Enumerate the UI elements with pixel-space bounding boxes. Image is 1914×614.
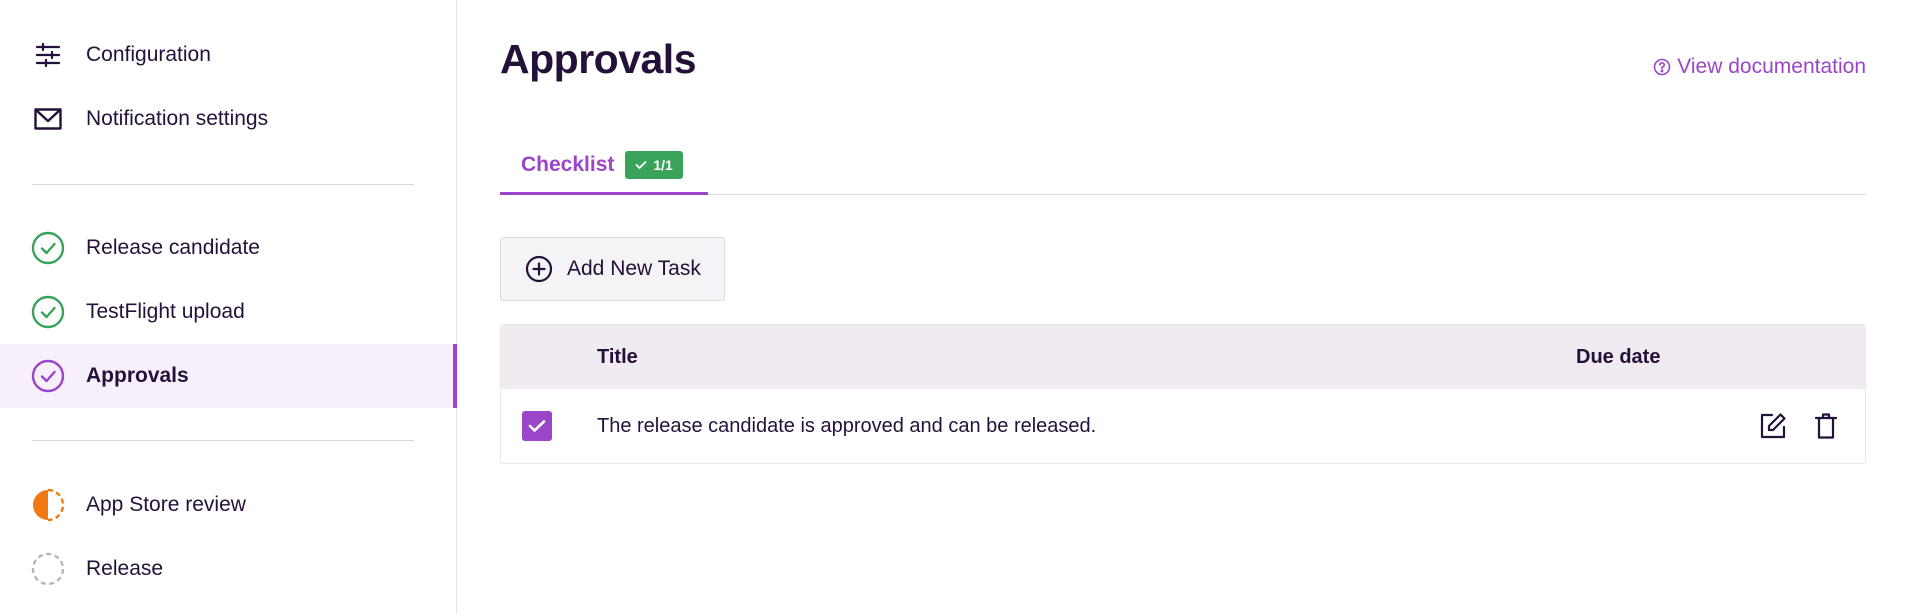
tab-label: Checklist <box>521 153 615 176</box>
add-new-task-button[interactable]: Add New Task <box>500 237 725 301</box>
check-icon <box>635 160 647 170</box>
sidebar: Configuration Notification settings Rele… <box>0 0 457 614</box>
sidebar-item-release[interactable]: Release <box>0 537 456 601</box>
task-title: The release candidate is approved and ca… <box>597 414 1097 437</box>
edit-task-button[interactable] <box>1758 411 1788 441</box>
check-circle-icon <box>31 231 65 265</box>
tab-checklist[interactable]: Checklist 1/1 <box>500 138 708 195</box>
main-content: Approvals View documentation Checklist 1… <box>458 0 1914 614</box>
check-circle-icon <box>31 295 65 329</box>
sidebar-divider <box>32 440 414 441</box>
help-circle-icon <box>1653 58 1671 76</box>
edit-icon <box>1759 412 1787 440</box>
sidebar-item-label: App Store review <box>86 493 246 516</box>
view-documentation-link[interactable]: View documentation <box>1653 55 1866 79</box>
sidebar-item-label: Approvals <box>86 364 189 387</box>
delete-task-button[interactable] <box>1811 411 1841 441</box>
checklist-progress-badge: 1/1 <box>625 151 683 179</box>
sidebar-item-approvals[interactable]: Approvals <box>0 344 457 408</box>
column-header-due-date[interactable]: Due date <box>1576 325 1660 389</box>
tab-bar: Checklist 1/1 <box>500 138 1866 195</box>
sidebar-item-testflight-upload[interactable]: TestFlight upload <box>0 280 456 344</box>
badge-count: 1/1 <box>653 157 673 173</box>
sidebar-item-label: Release candidate <box>86 236 260 259</box>
sidebar-item-label: Configuration <box>86 43 211 66</box>
page-title: Approvals <box>500 36 697 82</box>
add-new-task-label: Add New Task <box>567 257 701 280</box>
sidebar-item-label: TestFlight upload <box>86 300 245 323</box>
table-header: Title Due date <box>501 325 1865 389</box>
plus-circle-icon <box>525 255 553 283</box>
sidebar-item-label: Release <box>86 557 164 580</box>
sidebar-divider <box>32 184 414 185</box>
column-header-title[interactable]: Title <box>597 325 638 389</box>
trash-icon <box>1814 412 1838 440</box>
sidebar-item-release-candidate[interactable]: Release candidate <box>0 216 456 280</box>
dashed-circle-icon <box>31 552 65 586</box>
check-circle-icon <box>31 359 65 393</box>
sidebar-item-app-store-review[interactable]: App Store review <box>0 473 456 537</box>
envelope-icon <box>31 102 65 136</box>
table-row: The release candidate is approved and ca… <box>501 389 1865 463</box>
task-checkbox[interactable] <box>522 411 552 441</box>
sliders-icon <box>31 38 65 72</box>
sidebar-item-notification-settings[interactable]: Notification settings <box>0 87 456 151</box>
half-circle-icon <box>31 488 65 522</box>
sidebar-item-configuration[interactable]: Configuration <box>0 23 456 87</box>
view-documentation-label: View documentation <box>1677 55 1866 78</box>
tasks-table: Title Due date The release candidate is … <box>500 324 1866 464</box>
sidebar-item-label: Notification settings <box>86 107 269 130</box>
